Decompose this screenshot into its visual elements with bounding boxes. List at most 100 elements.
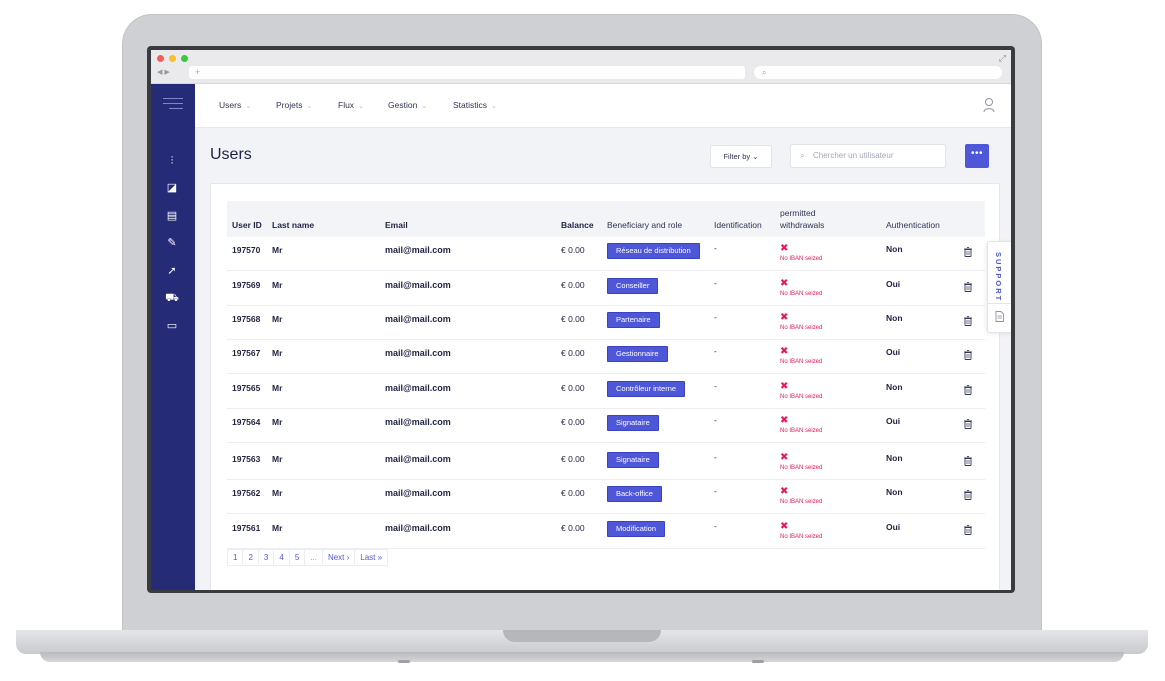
minimize-window-button[interactable] bbox=[169, 55, 176, 62]
withdrawal-status: No IBAN seized bbox=[780, 359, 823, 365]
table-row[interactable]: 197569 Mr mail@mail.com € 0.00 Conseiller - ✖ N… bbox=[227, 272, 985, 306]
chevron-down-icon: ⌄ bbox=[306, 103, 313, 110]
cart-icon[interactable]: ⛟ bbox=[165, 291, 179, 305]
role-badge[interactable]: Signataire bbox=[607, 415, 659, 431]
no-withdrawal-icon: ✖ bbox=[780, 278, 789, 289]
table-row[interactable]: 197562 Mr mail@mail.com € 0.00 Back-office - ✖… bbox=[227, 480, 985, 514]
clipboard-icon[interactable]: ▤ bbox=[165, 209, 179, 223]
browser-search-bar[interactable]: ⌕ bbox=[754, 66, 1002, 79]
expand-icon[interactable]: ⤢ bbox=[999, 53, 1006, 64]
role-badge[interactable]: Back-office bbox=[607, 486, 662, 502]
role-badge[interactable]: Gestionnaire bbox=[607, 346, 668, 362]
table-row[interactable]: 197570 Mr mail@mail.com € 0.00 Réseau de dis… bbox=[227, 237, 985, 271]
trash-icon[interactable] bbox=[964, 419, 972, 429]
address-bar[interactable]: + bbox=[189, 66, 745, 79]
header-withdrawals-line1[interactable]: permitted bbox=[780, 208, 815, 218]
nav-flux[interactable]: Flux ⌄ bbox=[338, 100, 364, 110]
user-id-cell[interactable]: 197561 bbox=[232, 523, 260, 533]
role-badge[interactable]: Modification bbox=[607, 521, 666, 537]
table-row[interactable]: 197561 Mr mail@mail.com € 0.00 Modification -… bbox=[227, 515, 985, 549]
nav-gestion[interactable]: Gestion ⌄ bbox=[388, 100, 427, 110]
page-4[interactable]: 4 bbox=[274, 550, 290, 565]
table-row[interactable]: 197568 Mr mail@mail.com € 0.00 Partenaire - ✖ N… bbox=[227, 306, 985, 340]
last-name-cell: Mr bbox=[272, 454, 283, 464]
user-id-cell[interactable]: 197562 bbox=[232, 488, 260, 498]
role-badge[interactable]: Partenaire bbox=[607, 312, 660, 328]
edit-icon[interactable]: ✎ bbox=[165, 236, 179, 250]
pointer-icon[interactable]: ➚ bbox=[165, 264, 179, 278]
user-id-cell[interactable]: 197568 bbox=[232, 314, 260, 324]
support-label: SUPPORT bbox=[994, 252, 1003, 303]
sliders-icon[interactable]: ⫶ bbox=[165, 154, 179, 168]
header-email[interactable]: Email bbox=[385, 220, 408, 230]
hamburger-menu-icon[interactable] bbox=[163, 98, 183, 112]
trash-icon[interactable] bbox=[964, 316, 972, 326]
header-balance[interactable]: Balance bbox=[561, 220, 594, 230]
chart-icon[interactable]: ◪ bbox=[165, 181, 179, 195]
trash-icon[interactable] bbox=[964, 350, 972, 360]
authentication-cell: Non bbox=[886, 382, 903, 392]
trash-icon[interactable] bbox=[964, 247, 972, 257]
user-icon[interactable] bbox=[983, 97, 995, 113]
header-last-name[interactable]: Last name bbox=[272, 220, 314, 230]
user-id-cell[interactable]: 197567 bbox=[232, 348, 260, 358]
trash-icon[interactable] bbox=[964, 525, 972, 535]
search-placeholder: Chercher un utilisateur bbox=[813, 151, 894, 160]
back-forward-buttons[interactable]: ◀ ▶ bbox=[157, 67, 185, 79]
balance-cell: € 0.00 bbox=[561, 348, 585, 358]
header-authentication[interactable]: Authentication bbox=[886, 220, 940, 230]
header-withdrawals-line2[interactable]: withdrawals bbox=[780, 220, 824, 230]
user-id-cell[interactable]: 197565 bbox=[232, 383, 260, 393]
email-cell: mail@mail.com bbox=[385, 454, 451, 464]
role-badge[interactable]: Conseiller bbox=[607, 278, 659, 294]
header-user-id[interactable]: User ID bbox=[232, 220, 262, 230]
nav-users[interactable]: Users ⌄ bbox=[219, 100, 251, 110]
no-withdrawal-icon: ✖ bbox=[780, 243, 789, 254]
role-badge[interactable]: Contrôleur interne bbox=[607, 381, 686, 397]
role-badge[interactable]: Réseau de distribution bbox=[607, 243, 700, 259]
page-1[interactable]: 1 bbox=[228, 550, 244, 565]
user-id-cell[interactable]: 197564 bbox=[232, 417, 260, 427]
search-input[interactable]: ⌕ Chercher un utilisateur bbox=[790, 144, 946, 168]
header-role[interactable]: Beneficiary and role bbox=[607, 220, 682, 230]
nav-projets[interactable]: Projets ⌄ bbox=[276, 100, 312, 110]
email-cell: mail@mail.com bbox=[385, 348, 451, 358]
filter-by-button[interactable]: Filter by ⌄ bbox=[710, 145, 772, 168]
balance-cell: € 0.00 bbox=[561, 383, 585, 393]
support-tab[interactable]: SUPPORT bbox=[987, 241, 1011, 333]
identification-cell: - bbox=[714, 415, 717, 425]
trash-icon[interactable] bbox=[964, 456, 972, 466]
email-cell: mail@mail.com bbox=[385, 488, 451, 498]
page-title: Users bbox=[210, 146, 252, 163]
document-icon[interactable]: ▭ bbox=[165, 319, 179, 333]
identification-cell: - bbox=[714, 312, 717, 322]
page-2[interactable]: 2 bbox=[243, 550, 259, 565]
trash-icon[interactable] bbox=[964, 490, 972, 500]
table-row[interactable]: 197567 Mr mail@mail.com € 0.00 Gestionnaire -… bbox=[227, 340, 985, 374]
page-3[interactable]: 3 bbox=[259, 550, 275, 565]
user-id-cell[interactable]: 197563 bbox=[232, 454, 260, 464]
close-window-button[interactable] bbox=[157, 55, 164, 62]
withdrawal-status: No IBAN seized bbox=[780, 256, 823, 262]
table-row[interactable]: 197564 Mr mail@mail.com € 0.00 Signataire - ✖ N… bbox=[227, 409, 985, 443]
maximize-window-button[interactable] bbox=[181, 55, 188, 62]
user-id-cell[interactable]: 197570 bbox=[232, 245, 260, 255]
document-icon[interactable] bbox=[995, 311, 1004, 322]
nav-statistics[interactable]: Statistics ⌄ bbox=[453, 100, 497, 110]
trash-icon[interactable] bbox=[964, 282, 972, 292]
user-id-cell[interactable]: 197569 bbox=[232, 280, 260, 290]
no-withdrawal-icon: ✖ bbox=[780, 486, 789, 497]
withdrawal-status: No IBAN seized bbox=[780, 534, 823, 540]
table-row[interactable]: 197563 Mr mail@mail.com € 0.00 Signataire - ✖ N… bbox=[227, 446, 985, 480]
withdrawal-status: No IBAN seized bbox=[780, 499, 823, 505]
email-cell: mail@mail.com bbox=[385, 417, 451, 427]
page-5[interactable]: 5 bbox=[290, 550, 306, 565]
trash-icon[interactable] bbox=[964, 385, 972, 395]
more-options-button[interactable]: ••• bbox=[965, 144, 989, 168]
table-row[interactable]: 197565 Mr mail@mail.com € 0.00 Contrôleur in… bbox=[227, 375, 985, 409]
next-page-link[interactable]: Next › bbox=[323, 550, 356, 565]
role-badge[interactable]: Signataire bbox=[607, 452, 659, 468]
last-page-link[interactable]: Last » bbox=[355, 550, 387, 565]
header-identification[interactable]: Identification bbox=[714, 220, 762, 230]
email-cell: mail@mail.com bbox=[385, 523, 451, 533]
